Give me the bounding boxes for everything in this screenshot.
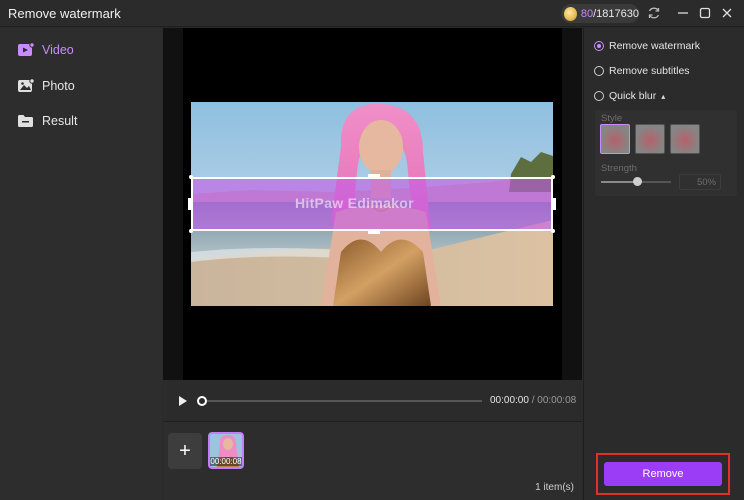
title-bar: Remove watermark 80 /1817630 <box>0 0 744 27</box>
radio-button[interactable] <box>594 66 604 76</box>
radio-button[interactable] <box>594 91 604 101</box>
strength-value[interactable]: 50% <box>679 174 721 190</box>
minimize-button[interactable] <box>674 4 692 22</box>
sidebar-item-result[interactable]: Result <box>16 110 77 132</box>
window-title: Remove watermark <box>8 6 121 21</box>
refresh-icon[interactable] <box>645 4 663 22</box>
sidebar-item-label: Video <box>42 43 74 57</box>
remove-button-highlight: Remove <box>596 453 730 495</box>
time-display: 00:00:00 / 00:00:08 <box>490 395 576 406</box>
option-remove-subtitles[interactable]: Remove subtitles <box>594 65 690 77</box>
option-remove-watermark[interactable]: Remove watermark <box>594 40 700 52</box>
strength-label: Strength <box>601 163 637 174</box>
resize-handle-corner[interactable] <box>189 229 193 233</box>
current-time: 00:00:00 <box>490 395 529 406</box>
radio-button[interactable] <box>594 41 604 51</box>
seek-track[interactable] <box>200 400 482 402</box>
resize-handle-corner[interactable] <box>551 175 555 179</box>
option-quick-blur[interactable]: Quick blur ▴ <box>594 90 665 102</box>
seek-handle[interactable] <box>197 396 207 406</box>
options-panel: Remove watermark Remove subtitles Quick … <box>583 28 744 500</box>
media-thumbnail[interactable]: 00:00:08 <box>208 432 244 469</box>
close-button[interactable] <box>718 4 736 22</box>
coin-icon <box>564 6 577 21</box>
media-strip: + 00:00:08 1 item(s) <box>163 422 582 500</box>
blur-style-1[interactable] <box>600 124 630 154</box>
resize-handle-top[interactable] <box>368 174 380 178</box>
credits-badge[interactable]: 80 /1817630 <box>561 4 639 23</box>
sidebar-item-photo[interactable]: Photo <box>16 75 75 97</box>
caret-up-icon[interactable]: ▴ <box>661 92 665 101</box>
add-media-button[interactable]: + <box>168 433 202 469</box>
resize-handle-bottom[interactable] <box>368 230 380 234</box>
sidebar-item-video[interactable]: Video <box>16 39 74 61</box>
watermark-selection-box[interactable]: HitPaw Edimakor <box>188 174 556 234</box>
items-count: 1 item(s) <box>535 482 574 493</box>
play-button[interactable] <box>177 395 189 407</box>
resize-handle-right[interactable] <box>552 198 556 210</box>
blur-style-3[interactable] <box>670 124 700 154</box>
blur-style-2[interactable] <box>635 124 665 154</box>
video-icon <box>16 41 36 59</box>
thumbnail-duration: 00:00:08 <box>210 457 242 466</box>
remove-button[interactable]: Remove <box>604 462 722 486</box>
photo-icon <box>16 77 36 95</box>
watermark-text: HitPaw Edimakor <box>295 195 414 211</box>
maximize-button[interactable] <box>696 4 714 22</box>
credits-used: 80 <box>580 7 594 20</box>
resize-handle-corner[interactable] <box>189 175 193 179</box>
folder-icon <box>16 112 36 130</box>
video-preview: HitPaw Edimakor <box>163 28 582 380</box>
sidebar-item-label: Result <box>42 114 78 128</box>
resize-handle-left[interactable] <box>188 198 192 210</box>
option-label: Remove watermark <box>609 40 701 52</box>
credits-total: /1817630 <box>593 7 639 20</box>
sidebar-item-label: Photo <box>42 79 75 93</box>
quick-blur-settings: Style Strength 50% <box>595 110 737 196</box>
duration: 00:00:08 <box>537 395 577 406</box>
playback-bar: 00:00:00 / 00:00:08 <box>163 380 582 422</box>
strength-slider[interactable] <box>601 177 671 186</box>
strength-fill <box>601 181 637 183</box>
resize-handle-corner[interactable] <box>551 229 555 233</box>
sidebar: Video Photo Result <box>0 28 162 500</box>
option-label: Quick blur <box>609 90 657 102</box>
strength-handle[interactable] <box>633 177 642 186</box>
option-label: Remove subtitles <box>609 65 690 77</box>
style-label: Style <box>601 113 623 124</box>
